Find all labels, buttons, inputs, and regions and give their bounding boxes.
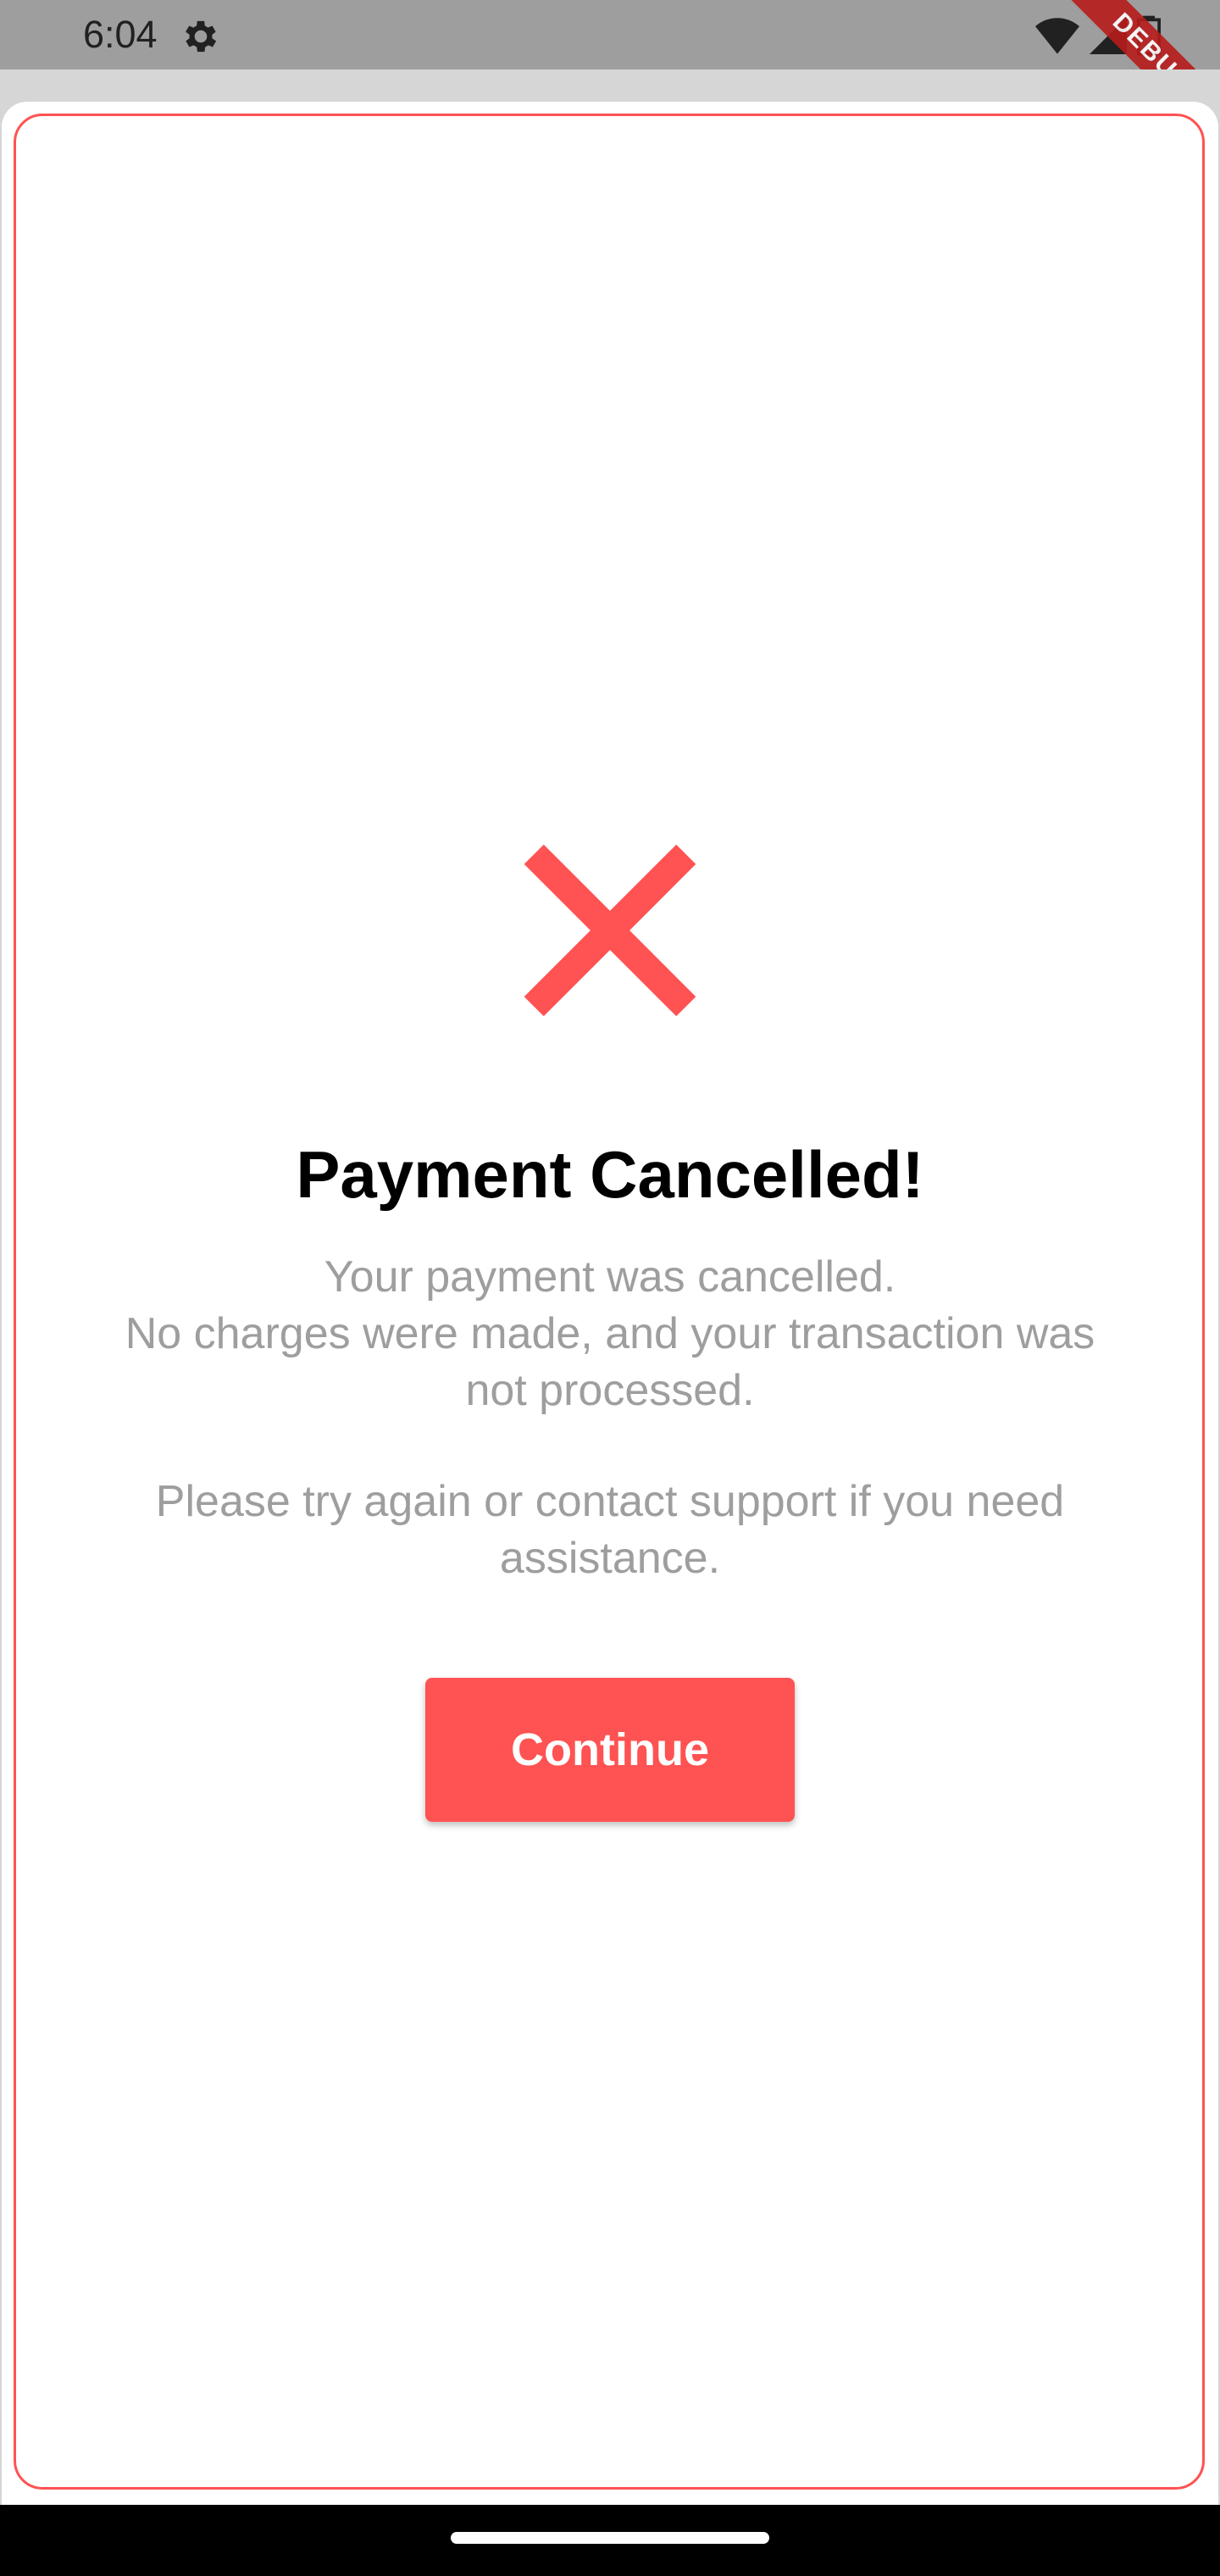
wifi-icon [1035,18,1079,54]
continue-button[interactable]: Continue [425,1678,795,1822]
settings-gear-icon [186,20,217,53]
dialog-message: Your payment was cancelled. No charges w… [102,1249,1118,1587]
message-line-2: No charges were made, and your transacti… [125,1309,1095,1415]
message-line-3: Please try again or contact support if y… [155,1477,1065,1583]
status-bar: 6:04 DEBUG [0,0,1220,158]
home-gesture-handle[interactable] [451,2532,769,2544]
message-line-1: Your payment was cancelled. [324,1252,896,1302]
close-x-icon [524,844,696,1017]
navigation-bar [0,2505,1220,2576]
dialog-title: Payment Cancelled! [296,1137,924,1212]
status-time: 6:04 [83,13,158,56]
